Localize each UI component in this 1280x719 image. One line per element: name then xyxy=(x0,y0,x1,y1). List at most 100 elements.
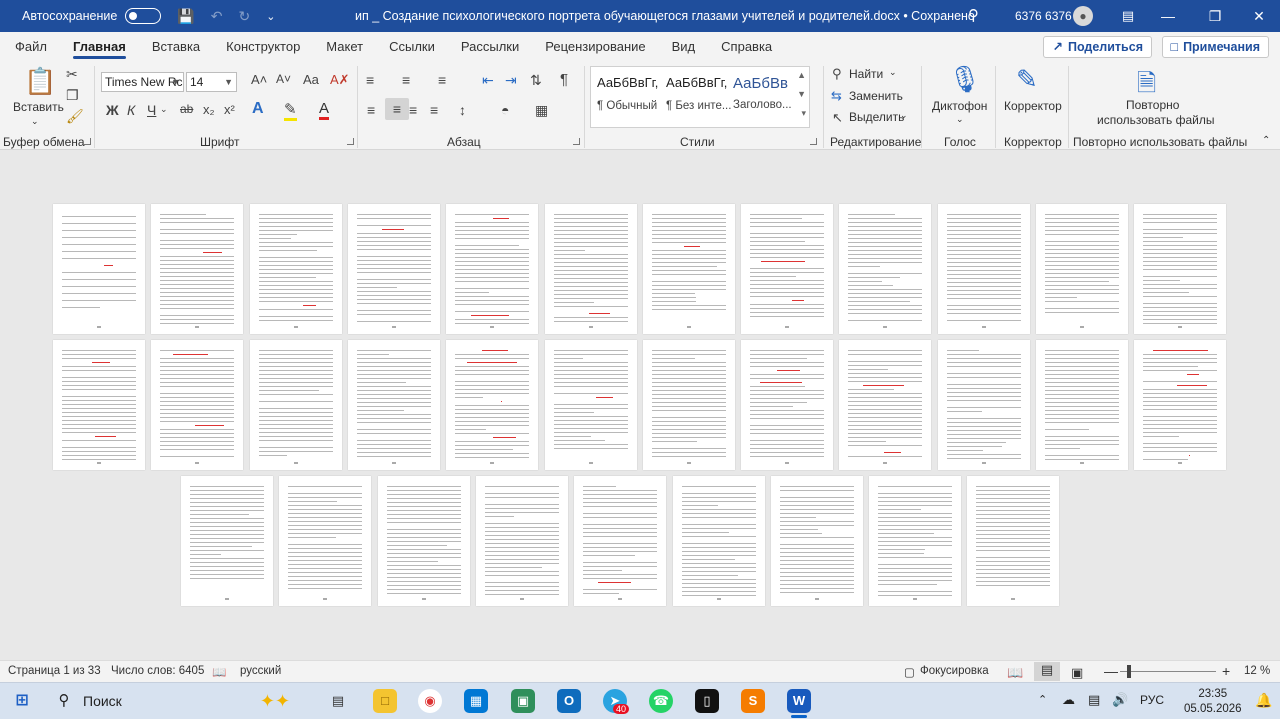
replace-button[interactable]: Заменить xyxy=(849,89,903,103)
multilevel-list-icon[interactable]: ≡ xyxy=(438,72,446,88)
page-thumbnail[interactable] xyxy=(151,204,243,334)
restore-button[interactable]: ❐ xyxy=(1192,0,1238,32)
minimize-button[interactable]: — xyxy=(1145,0,1191,32)
line-spacing-icon[interactable]: ↕ xyxy=(459,102,466,118)
page-indicator[interactable]: Страница 1 из 33 xyxy=(8,665,101,677)
proofing-icon[interactable]: 📖 xyxy=(212,665,226,679)
page-thumbnail[interactable] xyxy=(446,340,538,470)
chevron-down-icon[interactable]: ▼ xyxy=(224,73,233,91)
superscript-icon[interactable]: x² xyxy=(224,102,235,117)
page-thumbnail[interactable] xyxy=(545,204,637,334)
store-icon[interactable]: ▦ xyxy=(464,689,488,713)
chevron-down-icon[interactable]: ⌄ xyxy=(956,114,964,125)
page-thumbnail[interactable] xyxy=(771,476,863,606)
page-thumbnail[interactable] xyxy=(545,340,637,470)
change-case-icon[interactable]: Aa xyxy=(303,72,319,87)
underline-icon[interactable]: Ч xyxy=(147,102,156,118)
page-thumbnail[interactable] xyxy=(53,340,145,470)
page-thumbnail[interactable] xyxy=(53,204,145,334)
tab-5[interactable]: Ссылки xyxy=(376,39,448,60)
user-name[interactable]: 6376 6376 xyxy=(1015,0,1072,32)
autosave-toggle[interactable] xyxy=(125,8,162,24)
zoom-level[interactable]: 12 % xyxy=(1244,665,1270,677)
onedrive-icon[interactable]: ☁ xyxy=(1062,692,1075,708)
chrome-icon[interactable]: ◉ xyxy=(418,689,442,713)
collapse-ribbon-icon[interactable]: ⌃ xyxy=(1262,135,1270,146)
page-thumbnail[interactable] xyxy=(446,204,538,334)
strikethrough-icon[interactable]: ab xyxy=(180,102,193,116)
paste-dropdown-icon[interactable]: ⌄ xyxy=(31,116,39,127)
microphone-icon[interactable]: 🎙 xyxy=(948,64,981,95)
language-indicator-taskbar[interactable]: РУС xyxy=(1140,693,1164,707)
task-view-icon[interactable]: ▤ xyxy=(326,689,350,713)
tab-1[interactable]: Главная xyxy=(60,39,139,60)
page-thumbnail[interactable] xyxy=(1036,204,1128,334)
dictate-button[interactable]: Диктофон xyxy=(932,99,987,113)
page-thumbnail[interactable] xyxy=(1134,340,1226,470)
show-hidden-icons-icon[interactable]: ⌃ xyxy=(1038,693,1047,706)
file-explorer-icon[interactable]: □ xyxy=(373,689,397,713)
search-icon[interactable]: ⚲ xyxy=(52,689,76,713)
outlook-icon[interactable]: O xyxy=(557,689,581,713)
page-thumbnail[interactable] xyxy=(673,476,765,606)
zoom-slider[interactable] xyxy=(1120,671,1216,672)
page-thumbnail[interactable] xyxy=(839,340,931,470)
style-normal[interactable]: АаБбВвГг, ¶ Обычный xyxy=(597,75,667,112)
page-thumbnail[interactable] xyxy=(643,204,735,334)
select-button[interactable]: Выделить xyxy=(849,110,904,124)
justify-icon[interactable]: ≡ xyxy=(430,102,438,118)
page-thumbnail[interactable] xyxy=(741,340,833,470)
notifications-icon[interactable]: 🔔 xyxy=(1255,692,1272,709)
web-layout-icon[interactable]: ▣ xyxy=(1071,665,1083,681)
page-thumbnail[interactable] xyxy=(279,476,371,606)
save-icon[interactable]: 💾 xyxy=(177,8,194,25)
sort-icon[interactable]: ⇅ xyxy=(530,72,542,89)
grow-font-icon[interactable]: A˄ xyxy=(251,72,267,87)
reuse-files-label-1[interactable]: Повторно xyxy=(1126,98,1179,112)
zoom-out-icon[interactable]: — xyxy=(1104,663,1118,679)
bullets-icon[interactable]: ≡ xyxy=(366,72,374,88)
clipboard-launcher-icon[interactable] xyxy=(84,138,91,145)
text-effects-icon[interactable]: A xyxy=(252,100,264,118)
page-thumbnail[interactable] xyxy=(839,204,931,334)
page-thumbnail[interactable] xyxy=(476,476,568,606)
style-heading[interactable]: АаБбВв Заголово... xyxy=(733,75,803,111)
italic-icon[interactable]: К xyxy=(127,102,135,118)
style-no-spacing[interactable]: АаБбВвГг, ¶ Без инте... xyxy=(666,75,736,112)
tab-8[interactable]: Вид xyxy=(659,39,709,60)
tab-0[interactable]: Файл xyxy=(2,39,60,60)
copy-icon[interactable]: ❐ xyxy=(66,87,79,104)
sublime-icon[interactable]: S xyxy=(741,689,765,713)
print-layout-icon[interactable]: ▤ xyxy=(1034,662,1060,681)
bold-icon[interactable]: Ж xyxy=(106,102,119,118)
font-launcher-icon[interactable] xyxy=(347,138,354,145)
format-painter-icon[interactable]: 🖌 xyxy=(66,108,84,125)
page-thumbnail[interactable] xyxy=(348,204,440,334)
increase-indent-icon[interactable]: ⇥ xyxy=(505,72,517,89)
paste-button[interactable]: Вставить xyxy=(13,100,64,114)
paragraph-launcher-icon[interactable] xyxy=(573,138,580,145)
reuse-files-label-2[interactable]: использовать файлы xyxy=(1097,113,1215,127)
undo-icon[interactable]: ↶ xyxy=(211,8,223,25)
styles-down-icon[interactable]: ▼ xyxy=(797,89,806,99)
find-button[interactable]: Найти xyxy=(849,67,883,81)
page-thumbnail[interactable] xyxy=(378,476,470,606)
align-right-icon[interactable]: ≡ xyxy=(409,102,417,118)
subscript-icon[interactable]: x₂ xyxy=(203,102,215,117)
tab-3[interactable]: Конструктор xyxy=(213,39,313,60)
editor-button[interactable]: Корректор xyxy=(1004,99,1062,113)
chevron-down-icon[interactable]: ⌄ xyxy=(900,110,908,121)
share-button[interactable]: ↗ Поделиться xyxy=(1043,36,1152,58)
windows-start-icon[interactable]: ⊞ xyxy=(10,689,34,713)
redo-icon[interactable]: ↻ xyxy=(238,8,250,25)
clock[interactable]: 23:35 05.05.2026 xyxy=(1184,687,1242,717)
word-count[interactable]: Число слов: 6405 xyxy=(111,665,204,677)
page-thumbnail[interactable] xyxy=(1134,204,1226,334)
page-thumbnail[interactable] xyxy=(250,204,342,334)
page-thumbnail[interactable] xyxy=(741,204,833,334)
styles-more-icon[interactable]: ▾ xyxy=(801,108,806,119)
shrink-font-icon[interactable]: A˅ xyxy=(276,72,291,86)
numbering-icon[interactable]: ≡ xyxy=(402,72,410,88)
tab-4[interactable]: Макет xyxy=(313,39,376,60)
page-thumbnail[interactable] xyxy=(938,204,1030,334)
